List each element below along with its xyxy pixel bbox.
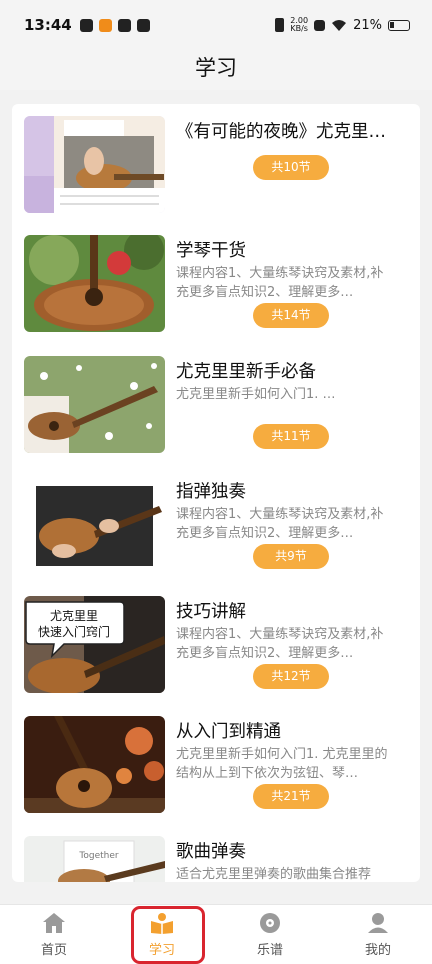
no-sim-icon: [314, 19, 326, 31]
lesson-count-badge: 共12节: [253, 664, 329, 689]
course-thumbnail: Together: [24, 836, 165, 882]
app-notification-icon: [98, 18, 112, 32]
tab-home[interactable]: 首页: [0, 905, 108, 964]
course-thumbnail: 尤克里里 快速入门窍门: [24, 596, 165, 693]
course-title: 歌曲弹奏: [176, 842, 246, 862]
net-speed: 2.00 KB/s: [290, 17, 308, 33]
course-thumbnail: [24, 116, 165, 213]
tab-label: 学习: [148, 943, 175, 958]
course-title: 从入门到精通: [176, 722, 281, 742]
sync-icon: [79, 18, 93, 32]
battery-icon: [388, 19, 410, 31]
home-icon: [43, 913, 65, 933]
course-item[interactable]: 尤克里里 快速入门窍门 技巧讲解 课程内容1、大量练琴诀窍及素材,补充更多盲点知…: [12, 584, 420, 704]
status-bar: 13:44 2.00 KB/s 21%: [0, 0, 432, 50]
course-title: 《有可能的夜晚》尤克里…: [176, 122, 386, 142]
book-icon: [151, 913, 173, 934]
tab-label: 我的: [364, 943, 391, 958]
thumb-bubble-line2: 快速入门窍门: [38, 624, 110, 639]
course-item[interactable]: 《有可能的夜晚》尤克里… 共10节: [12, 104, 420, 224]
tab-label: 首页: [40, 943, 67, 958]
course-description: 尤克里里新手如何入门1. 尤克里里的结构从上到下依次为弦钮、琴…: [176, 747, 388, 781]
bottom-tab-bar: 首页 学习 乐谱 我的: [0, 904, 432, 964]
tab-profile[interactable]: 我的: [324, 905, 432, 964]
course-thumbnail: [24, 235, 165, 332]
message-icon: [136, 18, 150, 32]
course-thumbnail: [24, 476, 165, 573]
disc-icon: [260, 913, 280, 933]
wifi-icon: [332, 19, 347, 31]
status-time: 13:44: [24, 16, 72, 34]
lesson-count-badge: 共10节: [253, 155, 329, 180]
course-thumbnail: [24, 356, 165, 453]
tab-label: 乐谱: [256, 943, 283, 958]
course-title: 技巧讲解: [176, 602, 246, 622]
lesson-count-badge: 共14节: [253, 303, 329, 328]
battery-percent: 21%: [353, 17, 382, 33]
course-item[interactable]: 从入门到精通 尤克里里新手如何入门1. 尤克里里的结构从上到下依次为弦钮、琴… …: [12, 704, 420, 824]
course-description: 课程内容1、大量练琴诀窍及素材,补充更多盲点知识2、理解更多…: [176, 507, 384, 541]
course-title: 学琴干货: [176, 241, 246, 261]
lesson-count-badge: 共9节: [253, 544, 329, 569]
course-description: 尤克里里新手如何入门1. …: [176, 387, 336, 402]
tab-study[interactable]: 学习: [108, 905, 216, 964]
lesson-count-badge: 共11节: [253, 424, 329, 449]
course-item[interactable]: 尤克里里新手必备 尤克里里新手如何入门1. … 共11节: [12, 344, 420, 464]
crown-icon: [117, 18, 131, 32]
course-description: 适合尤克里里弹奏的歌曲集合推荐: [176, 867, 372, 882]
page-title: 学习: [0, 50, 432, 90]
vibrate-icon: [275, 18, 285, 32]
course-description: 课程内容1、大量练琴诀窍及素材,补充更多盲点知识2、理解更多…: [176, 266, 384, 300]
course-item[interactable]: Together 歌曲弹奏 适合尤克里里弹奏的歌曲集合推荐: [12, 824, 420, 882]
course-title: 尤克里里新手必备: [176, 362, 316, 382]
profile-icon: [368, 913, 388, 933]
course-list: 《有可能的夜晚》尤克里… 共10节 学琴干货 课程内容1、大量练琴诀窍及素材,补…: [12, 104, 420, 882]
course-thumbnail: [24, 716, 165, 813]
thumb-shirt-text: Together: [78, 851, 118, 861]
lesson-count-badge: 共21节: [253, 784, 329, 809]
course-title: 指弹独奏: [176, 482, 246, 502]
course-item[interactable]: 指弹独奏 课程内容1、大量练琴诀窍及素材,补充更多盲点知识2、理解更多… 共9节: [12, 464, 420, 584]
tab-sheet-music[interactable]: 乐谱: [216, 905, 324, 964]
thumb-bubble-line1: 尤克里里: [50, 609, 98, 623]
net-speed-unit: KB/s: [290, 24, 308, 33]
course-item[interactable]: 学琴干货 课程内容1、大量练琴诀窍及素材,补充更多盲点知识2、理解更多… 共14…: [12, 223, 420, 343]
course-description: 课程内容1、大量练琴诀窍及素材,补充更多盲点知识2、理解更多…: [176, 627, 384, 661]
